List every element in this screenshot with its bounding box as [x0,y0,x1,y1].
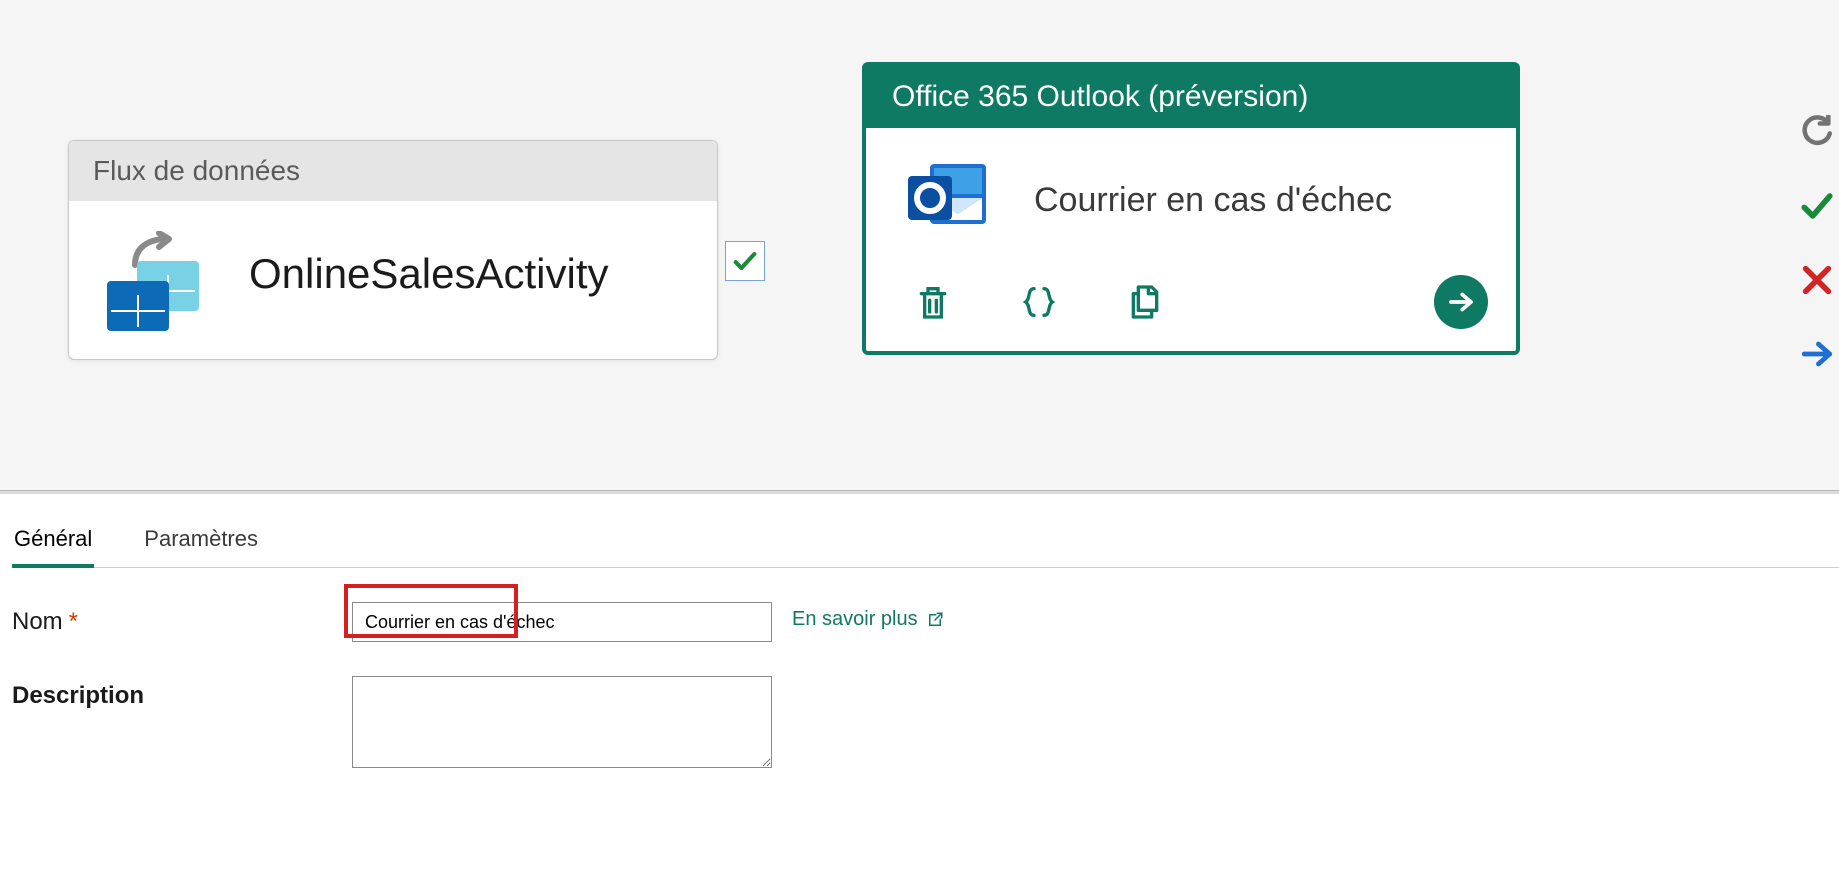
run-button[interactable] [1434,275,1488,329]
code-button[interactable] [1016,279,1062,325]
learn-more-link[interactable]: En savoir plus [792,602,944,631]
details-tabs: Général Paramètres [12,500,1839,568]
name-input[interactable] [352,602,772,642]
tab-parameters[interactable]: Paramètres [142,516,260,567]
activity-action-row [866,261,1516,351]
copy-button[interactable] [1122,279,1168,325]
description-input[interactable] [352,676,772,768]
activity-name-label: Courrier en cas d'échec [1034,181,1392,220]
activity-type-label: Office 365 Outlook (préversion) [866,66,1516,128]
panel-divider[interactable] [0,490,1839,494]
outlook-icon [902,158,992,243]
details-panel: Général Paramètres Nom* En savoir plus D… [12,500,1839,768]
redo-button[interactable] [1797,112,1837,152]
label-description: Description [12,676,332,710]
activity-name-label: OnlineSalesActivity [249,250,608,298]
success-badge [725,241,765,281]
activity-type-label: Flux de données [69,141,717,201]
activity-card-outlook[interactable]: Office 365 Outlook (préversion) Courrier… [862,62,1520,355]
canvas-side-toolbar [1795,112,1839,374]
dataflow-icon [99,229,209,319]
delete-button[interactable] [910,279,956,325]
tab-general[interactable]: Général [12,516,94,568]
validate-button[interactable] [1797,186,1837,226]
label-name: Nom* [12,602,332,636]
learn-more-text: En savoir plus [792,608,918,631]
pipeline-canvas[interactable]: Flux de données OnlineSalesActivity Offi… [0,0,1839,490]
activity-card-dataflow[interactable]: Flux de données OnlineSalesActivity [68,140,718,360]
next-button[interactable] [1797,334,1837,374]
external-link-icon [926,611,944,629]
label-name-text: Nom [12,608,63,635]
close-button[interactable] [1797,260,1837,300]
required-asterisk: * [69,608,78,635]
